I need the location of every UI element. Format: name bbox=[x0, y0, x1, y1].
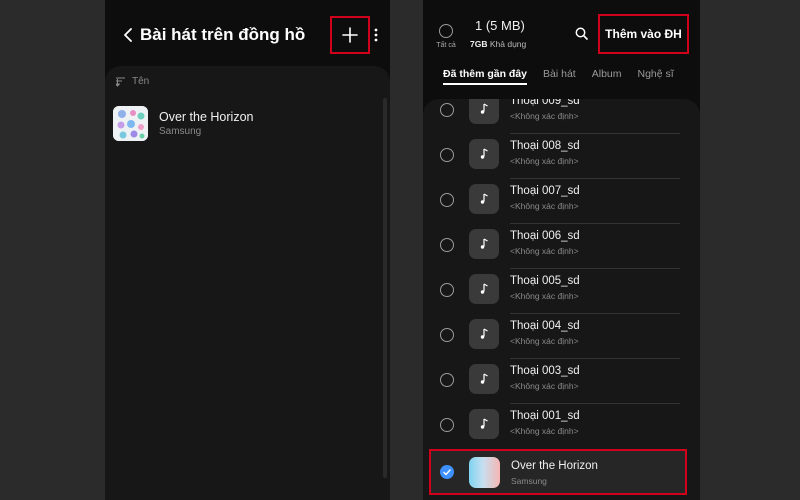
music-note-icon bbox=[480, 148, 488, 159]
sort-control[interactable]: Tên bbox=[115, 76, 149, 87]
add-to-watch-button[interactable]: Thêm vào ĐH bbox=[598, 14, 689, 54]
tab-songs[interactable]: Bài hát bbox=[543, 68, 576, 85]
sort-icon bbox=[115, 76, 125, 87]
back-button[interactable] bbox=[115, 22, 141, 48]
track-subtitle: <Không xác định> bbox=[510, 111, 579, 121]
track-title: Thoại 006_sd bbox=[510, 230, 580, 242]
track-subtitle: <Không xác định> bbox=[510, 201, 579, 211]
list-item[interactable]: Thoại 006_sd <Không xác định> bbox=[423, 224, 700, 269]
watch-songs-screen: Bài hát trên đồng hồ Tên Over the Horizo… bbox=[105, 0, 390, 500]
track-checkbox[interactable] bbox=[440, 238, 454, 252]
track-title: Thoại 001_sd bbox=[510, 410, 580, 422]
selected-count: 1 (5 MB) bbox=[475, 18, 525, 33]
track-title: Thoại 003_sd bbox=[510, 365, 580, 377]
music-note-icon bbox=[480, 328, 488, 339]
track-title: Thoại 007_sd bbox=[510, 185, 580, 197]
select-all-label: Tất cả bbox=[436, 42, 456, 49]
track-title: Thoại 004_sd bbox=[510, 320, 580, 332]
music-note-icon bbox=[480, 193, 488, 204]
list-item[interactable]: Thoại 004_sd <Không xác định> bbox=[423, 314, 700, 359]
song-title: Over the Horizon bbox=[159, 109, 254, 124]
more-vertical-icon bbox=[374, 28, 378, 42]
track-checkbox-checked[interactable] bbox=[440, 465, 454, 479]
track-subtitle: <Không xác định> bbox=[510, 336, 579, 346]
track-subtitle: <Không xác định> bbox=[510, 426, 579, 436]
track-subtitle: <Không xác định> bbox=[510, 291, 579, 301]
track-checkbox[interactable] bbox=[440, 418, 454, 432]
add-songs-screen: Tất cả 1 (5 MB) 7GB Khả dụng Thêm vào ĐH… bbox=[423, 0, 700, 500]
search-button[interactable] bbox=[572, 24, 590, 42]
page-title: Bài hát trên đồng hồ bbox=[140, 25, 306, 44]
track-checkbox[interactable] bbox=[440, 193, 454, 207]
track-title: Over the Horizon bbox=[511, 460, 598, 472]
storage-info: 7GB Khả dụng bbox=[470, 39, 526, 49]
scrollbar[interactable] bbox=[383, 98, 387, 478]
track-checkbox[interactable] bbox=[440, 148, 454, 162]
album-art bbox=[113, 105, 148, 141]
list-item[interactable]: Thoại 003_sd <Không xác định> bbox=[423, 359, 700, 404]
track-thumbnail bbox=[469, 274, 499, 304]
track-thumbnail bbox=[469, 184, 499, 214]
music-note-icon bbox=[480, 283, 488, 294]
track-title: Thoại 005_sd bbox=[510, 275, 580, 287]
checkmark-icon bbox=[443, 468, 451, 475]
list-item[interactable]: Thoại 001_sd <Không xác định> bbox=[423, 404, 700, 449]
header: Bài hát trên đồng hồ bbox=[105, 0, 390, 66]
track-checkbox[interactable] bbox=[440, 373, 454, 387]
music-note-icon bbox=[480, 418, 488, 429]
plus-icon bbox=[342, 27, 358, 43]
tab-bar: Đã thêm gần đây Bài hát Album Nghệ sĩ bbox=[443, 68, 674, 85]
track-thumbnail bbox=[469, 457, 500, 488]
tab-recently-added[interactable]: Đã thêm gần đây bbox=[443, 68, 528, 85]
storage-amount: 7GB bbox=[470, 39, 488, 49]
tab-album[interactable]: Album bbox=[592, 68, 622, 85]
list-item[interactable]: Thoại 009_sd <Không xác định> bbox=[423, 99, 700, 134]
track-list: Thoại 009_sd <Không xác định> Thoại 008_… bbox=[423, 99, 700, 500]
track-subtitle: <Không xác định> bbox=[510, 381, 579, 391]
storage-label: Khả dụng bbox=[489, 39, 527, 49]
track-title: Thoại 008_sd bbox=[510, 140, 580, 152]
track-thumbnail bbox=[469, 229, 499, 259]
track-subtitle: <Không xác định> bbox=[510, 246, 579, 256]
track-thumbnail bbox=[469, 364, 499, 394]
sort-label: Tên bbox=[132, 76, 150, 87]
track-thumbnail bbox=[469, 139, 499, 169]
music-note-icon bbox=[480, 238, 488, 249]
track-thumbnail bbox=[469, 409, 499, 439]
track-checkbox[interactable] bbox=[440, 103, 454, 117]
list-item[interactable]: Thoại 008_sd <Không xác định> bbox=[423, 134, 700, 179]
select-all-toggle[interactable]: Tất cả bbox=[435, 24, 457, 49]
song-list: Tên Over the Horizon Samsung bbox=[105, 66, 390, 500]
list-item[interactable]: Thoại 005_sd <Không xác định> bbox=[423, 269, 700, 314]
song-artist: Samsung bbox=[159, 125, 202, 137]
add-song-button[interactable] bbox=[330, 16, 370, 54]
more-options-button[interactable] bbox=[371, 23, 381, 47]
track-thumbnail bbox=[469, 319, 499, 349]
music-note-icon bbox=[480, 103, 488, 114]
music-note-icon bbox=[480, 373, 488, 384]
track-subtitle: <Không xác định> bbox=[510, 156, 579, 166]
track-title: Thoại 009_sd bbox=[510, 99, 580, 107]
track-checkbox[interactable] bbox=[440, 283, 454, 297]
select-all-checkbox[interactable] bbox=[439, 24, 453, 38]
search-icon bbox=[575, 27, 588, 40]
tab-artists[interactable]: Nghệ sĩ bbox=[638, 68, 674, 85]
list-item[interactable]: Over the Horizon Samsung bbox=[113, 104, 378, 142]
track-subtitle: Samsung bbox=[511, 476, 547, 486]
track-checkbox[interactable] bbox=[440, 328, 454, 342]
selected-track-row[interactable]: Over the Horizon Samsung bbox=[429, 449, 687, 495]
track-thumbnail bbox=[469, 99, 499, 124]
list-item[interactable]: Thoại 007_sd <Không xác định> bbox=[423, 179, 700, 224]
back-arrow-icon bbox=[124, 28, 132, 42]
